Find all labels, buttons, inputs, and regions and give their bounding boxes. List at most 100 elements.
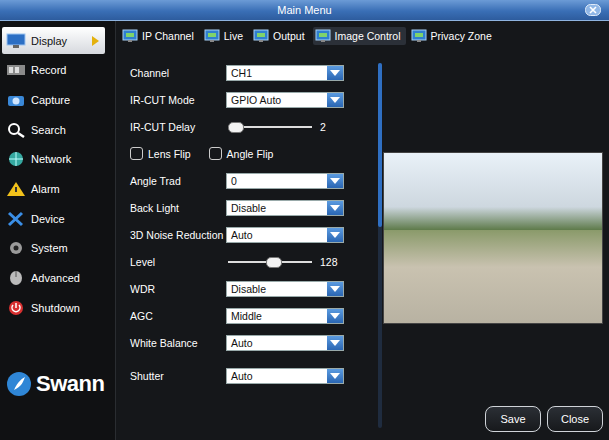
- checkbox[interactable]: Lens Flip: [130, 147, 191, 160]
- sidebar-item-label: Advanced: [31, 272, 80, 284]
- tab-label: Image Control: [335, 30, 401, 42]
- tools-icon: [6, 211, 26, 227]
- dialog-button[interactable]: Save: [485, 406, 541, 432]
- dropdown[interactable]: Disable: [226, 200, 344, 216]
- checkbox[interactable]: Angle Flip: [209, 147, 274, 160]
- scrollbar-thumb[interactable]: [378, 63, 382, 227]
- tab[interactable]: Live: [202, 27, 248, 45]
- swan-icon: [6, 371, 32, 397]
- setting-row: ChannelCH1: [130, 59, 372, 86]
- sidebar-item[interactable]: Shutdown: [2, 294, 105, 321]
- film-icon: [6, 62, 26, 78]
- checkbox-label: Angle Flip: [227, 148, 274, 160]
- slider[interactable]: [228, 256, 312, 268]
- window-title: Main Menu: [277, 4, 331, 16]
- monitor-icon: [315, 29, 331, 43]
- dropdown[interactable]: Auto: [226, 227, 344, 243]
- dropdown-arrow-icon: [327, 228, 343, 242]
- sidebar-item-label: Record: [31, 64, 66, 76]
- sidebar-item-label: Shutdown: [31, 302, 80, 314]
- sidebar-item-label: Network: [31, 153, 71, 165]
- close-button[interactable]: [585, 4, 601, 16]
- setting-label: Level: [130, 256, 226, 268]
- tab[interactable]: Image Control: [313, 27, 406, 45]
- sidebar-item-label: Search: [31, 124, 66, 136]
- slider[interactable]: [228, 121, 312, 133]
- setting-row: 3D Noise ReductionAuto: [130, 221, 372, 248]
- tab-label: IP Channel: [142, 30, 194, 42]
- setting-row: Angle Trad0: [130, 167, 372, 194]
- dropdown-arrow-icon: [327, 369, 343, 383]
- dropdown[interactable]: Middle: [226, 308, 344, 324]
- setting-row: Back LightDisable: [130, 194, 372, 221]
- magnifier-icon: [6, 122, 26, 138]
- setting-label: WDR: [130, 283, 226, 295]
- tab-label: Privacy Zone: [431, 30, 492, 42]
- title-bar: Main Menu: [0, 0, 609, 21]
- sidebar-item[interactable]: System: [2, 235, 105, 262]
- setting-row: Lens Flip Angle Flip: [130, 140, 372, 167]
- setting-label: IR-CUT Mode: [130, 94, 226, 106]
- setting-label: IR-CUT Delay: [130, 121, 226, 133]
- dropdown-arrow-icon: [327, 174, 343, 188]
- checkbox-box[interactable]: [209, 147, 222, 160]
- tab-label: Output: [273, 30, 305, 42]
- tab[interactable]: Output: [251, 27, 310, 45]
- slider-reading: 128: [320, 256, 338, 268]
- dropdown[interactable]: GPIO Auto: [226, 92, 344, 108]
- dropdown-arrow-icon: [327, 93, 343, 107]
- tab-label: Live: [224, 30, 243, 42]
- setting-label: Shutter: [130, 370, 226, 382]
- tab-bar: IP Channel Live Output Image Control Privacy…: [116, 21, 609, 47]
- slider-reading: 2: [320, 121, 326, 133]
- image-control-form: ChannelCH1 IR-CUT ModeGPIO Auto IR-CUT Del…: [116, 53, 372, 440]
- dropdown-value: Auto: [227, 370, 327, 382]
- dropdown[interactable]: 0: [226, 173, 344, 189]
- dropdown[interactable]: Auto: [226, 335, 344, 351]
- setting-label: White Balance: [130, 337, 226, 349]
- checkbox-box[interactable]: [130, 147, 143, 160]
- sidebar-item[interactable]: Capture: [2, 86, 105, 113]
- sidebar-item[interactable]: Advanced: [2, 265, 105, 292]
- sidebar-item-label: System: [31, 242, 68, 254]
- scrollbar[interactable]: [378, 63, 382, 428]
- slider-handle[interactable]: [228, 122, 244, 133]
- close-x-icon: [585, 4, 601, 16]
- dropdown-arrow-icon: [327, 282, 343, 296]
- logo-text: Swann: [36, 371, 104, 397]
- camera-preview: [383, 152, 603, 324]
- sidebar-item-label: Device: [31, 213, 65, 225]
- setting-label: AGC: [130, 310, 226, 322]
- dropdown-value: Middle: [227, 310, 327, 322]
- sidebar: Display Record Capture Search Network Alarm De…: [0, 21, 116, 440]
- content: IP Channel Live Output Image Control Privacy…: [116, 21, 609, 440]
- tab[interactable]: IP Channel: [120, 27, 199, 45]
- dropdown[interactable]: CH1: [226, 65, 344, 81]
- camera-icon: [6, 92, 26, 108]
- swann-logo: Swann: [0, 371, 115, 397]
- sidebar-item[interactable]: Alarm: [2, 175, 105, 202]
- dropdown-value: GPIO Auto: [227, 94, 327, 106]
- sidebar-item[interactable]: Network: [2, 146, 105, 173]
- mouse-icon: [6, 270, 26, 286]
- dialog-button[interactable]: Close: [547, 406, 603, 432]
- monitor-icon: [122, 29, 138, 43]
- dropdown-arrow-icon: [327, 336, 343, 350]
- sidebar-item-label: Display: [31, 35, 67, 47]
- dropdown[interactable]: Auto: [226, 368, 344, 384]
- setting-row: AGCMiddle: [130, 302, 372, 329]
- sidebar-item[interactable]: Device: [2, 205, 105, 232]
- dropdown-value: Disable: [227, 283, 327, 295]
- sidebar-item-label: Alarm: [31, 183, 60, 195]
- sidebar-item[interactable]: Record: [2, 57, 105, 84]
- checkbox-label: Lens Flip: [148, 148, 191, 160]
- sidebar-item[interactable]: Display: [2, 27, 105, 54]
- slider-handle[interactable]: [266, 257, 282, 268]
- setting-label: Back Light: [130, 202, 226, 214]
- tab[interactable]: Privacy Zone: [409, 27, 497, 45]
- setting-row: WDRDisable: [130, 275, 372, 302]
- dropdown[interactable]: Disable: [226, 281, 344, 297]
- setting-row: IR-CUT Delay 2: [130, 113, 372, 140]
- monitor-icon: [6, 33, 26, 49]
- sidebar-item[interactable]: Search: [2, 116, 105, 143]
